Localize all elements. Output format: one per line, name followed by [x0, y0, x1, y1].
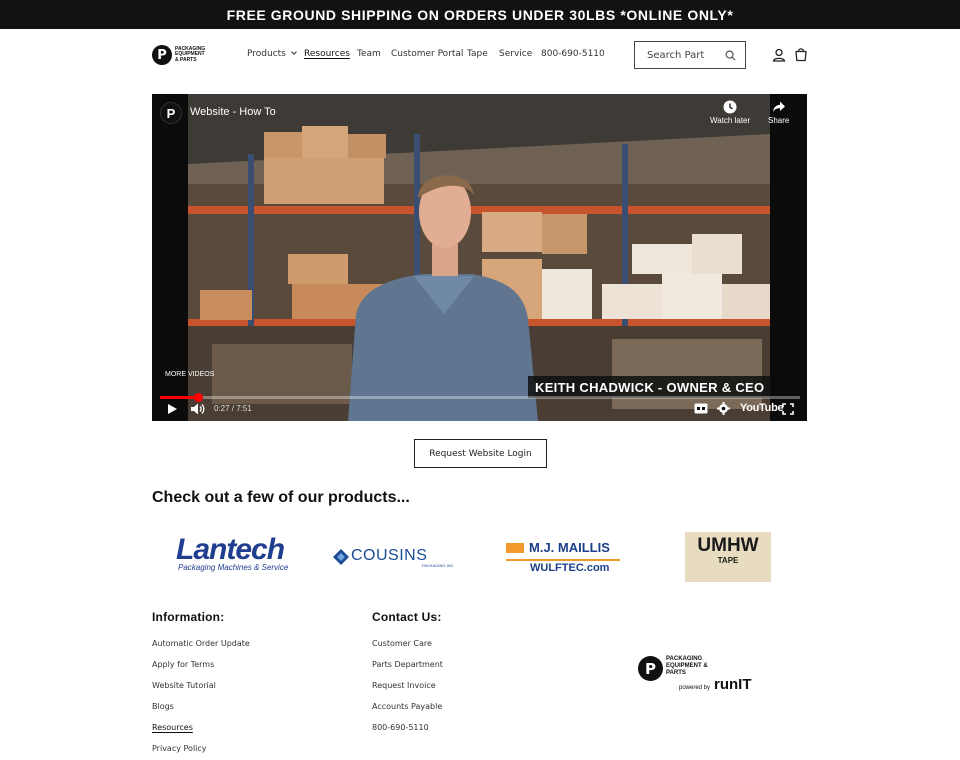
- clock-icon: [723, 100, 737, 114]
- footer-link-customer-care[interactable]: Customer Care: [372, 639, 432, 648]
- video-progress-fill: [160, 396, 199, 399]
- footer-link-request-invoice[interactable]: Request Invoice: [372, 681, 436, 690]
- products-heading: Check out a few of our products...: [152, 489, 410, 506]
- video-progress-bar[interactable]: [160, 393, 800, 402]
- maillis-divider: [506, 559, 620, 561]
- search-box: [634, 41, 746, 69]
- footer-link-accounts-payable[interactable]: Accounts Payable: [372, 702, 442, 711]
- nav-products-label: Products: [247, 49, 286, 59]
- chevron-down-icon: [291, 49, 297, 55]
- share-button[interactable]: Share: [768, 100, 789, 125]
- nav-service[interactable]: Service: [499, 49, 532, 59]
- search-icon[interactable]: [725, 50, 736, 61]
- logo-text: PACKAGING EQUIPMENT & PARTS: [175, 45, 206, 63]
- contact-heading: Contact Us:: [372, 610, 442, 624]
- nav-resources[interactable]: Resources: [304, 49, 350, 59]
- footer-logo-mark: P: [638, 656, 663, 681]
- nav-phone[interactable]: 800-690-5110: [541, 49, 605, 59]
- more-videos-button[interactable]: MORE VIDEOS: [165, 371, 214, 378]
- video-frame: [152, 94, 807, 421]
- footer-link-blogs[interactable]: Blogs: [152, 702, 174, 711]
- maillis-name: M.J. MAILLIS: [529, 540, 610, 555]
- youtube-logo[interactable]: YouTube: [740, 402, 784, 414]
- play-icon[interactable]: [166, 403, 178, 415]
- cousins-diamond-icon: [333, 549, 349, 565]
- video-player[interactable]: P Website - How To Watch later Share MOR…: [152, 94, 807, 421]
- site-logo[interactable]: P PACKAGING EQUIPMENT & PARTS: [152, 45, 209, 65]
- cousins-name: COUSINS: [351, 547, 428, 564]
- nav-team[interactable]: Team: [357, 49, 381, 59]
- footer-link-resources[interactable]: Resources: [152, 723, 193, 732]
- brand-logo-maillis[interactable]: M.J. MAILLIS WULFTEC.com: [506, 540, 620, 576]
- footer-logo[interactable]: P PACKAGING EQUIPMENT & PARTS powered by…: [638, 654, 762, 696]
- footer-logo-powered: powered by: [679, 685, 711, 691]
- brand-logo-umhw[interactable]: UMHW TAPE: [685, 532, 771, 582]
- share-icon: [772, 101, 785, 112]
- footer-logo-text: PACKAGING EQUIPMENT & PARTS: [666, 656, 708, 676]
- volume-icon[interactable]: [190, 402, 206, 416]
- cart-icon[interactable]: [794, 47, 808, 62]
- request-website-login-button[interactable]: Request Website Login: [414, 439, 547, 468]
- nav-tape[interactable]: Tape: [467, 49, 488, 59]
- footer-link-automatic-order-update[interactable]: Automatic Order Update: [152, 639, 250, 648]
- channel-avatar[interactable]: P: [160, 102, 182, 124]
- video-title[interactable]: Website - How To: [190, 106, 276, 118]
- nav-customer-portal[interactable]: Customer Portal: [391, 49, 463, 59]
- account-icon[interactable]: [772, 48, 786, 62]
- footer-link-phone[interactable]: 800-690-5110: [372, 723, 429, 732]
- watch-later-button[interactable]: Watch later: [710, 100, 750, 125]
- captions-icon[interactable]: [694, 403, 708, 414]
- information-heading: Information:: [152, 610, 225, 624]
- share-label: Share: [768, 116, 790, 125]
- umhw-sub: TAPE: [717, 556, 739, 565]
- site-header: P PACKAGING EQUIPMENT & PARTS Products R…: [0, 29, 960, 93]
- maillis-square: [506, 543, 524, 553]
- fullscreen-icon[interactable]: [782, 403, 794, 415]
- maillis-sub: WULFTEC.com: [530, 562, 610, 574]
- lantech-name: Lantech: [176, 533, 285, 566]
- search-input[interactable]: [647, 49, 723, 61]
- footer-link-parts-department[interactable]: Parts Department: [372, 660, 443, 669]
- lantech-tagline: Packaging Machines & Service: [178, 563, 289, 572]
- footer-link-apply-for-terms[interactable]: Apply for Terms: [152, 660, 214, 669]
- footer-link-website-tutorial[interactable]: Website Tutorial: [152, 681, 216, 690]
- video-lower-third: KEITH CHADWICK - OWNER & CEO: [528, 376, 772, 398]
- nav-products[interactable]: Products: [247, 49, 297, 59]
- cousins-sub: PACKAGING INC: [422, 563, 454, 568]
- announcement-bar: FREE GROUND SHIPPING ON ORDERS UNDER 30L…: [0, 0, 960, 29]
- brand-logo-lantech[interactable]: Lantech Packaging Machines & Service: [176, 534, 292, 578]
- video-time: 0:27 / 7:51: [214, 404, 252, 413]
- footer-logo-runit: runIT: [714, 676, 752, 693]
- logo-mark: P: [152, 45, 172, 65]
- footer-link-privacy-policy[interactable]: Privacy Policy: [152, 744, 207, 753]
- umhw-name: UMHW: [697, 535, 759, 556]
- watch-later-label: Watch later: [710, 116, 751, 125]
- brand-logo-cousins[interactable]: COUSINS PACKAGING INC: [333, 546, 463, 572]
- settings-gear-icon[interactable]: [717, 402, 730, 415]
